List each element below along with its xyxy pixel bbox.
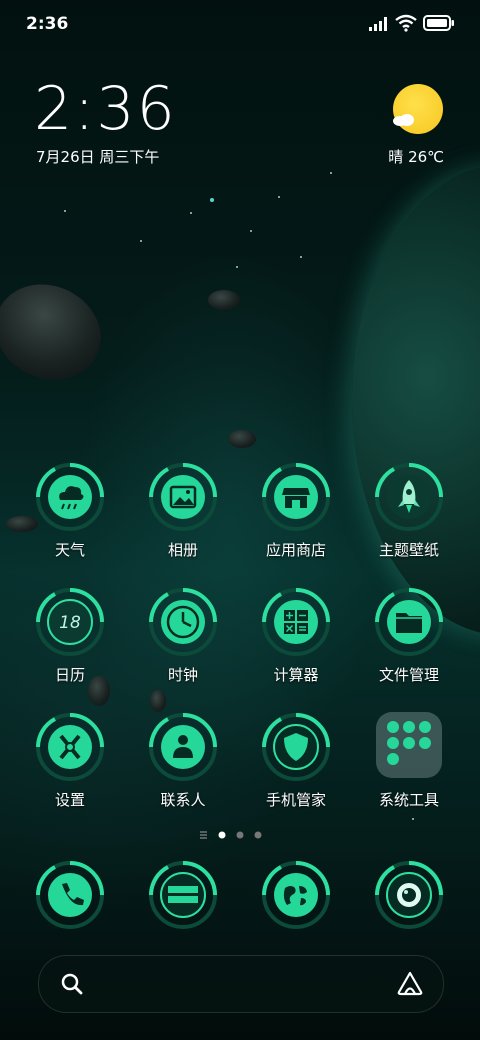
wifi-icon xyxy=(395,14,417,32)
star xyxy=(330,172,332,174)
app-folder-tools[interactable]: 系统工具 xyxy=(354,712,464,812)
calendar-date-text: 18 xyxy=(59,613,81,633)
star xyxy=(236,266,238,268)
app-label: 联系人 xyxy=(160,791,206,809)
cloud-rain-icon xyxy=(36,463,104,531)
cloud-icon xyxy=(393,114,414,126)
app-weather[interactable]: 天气 xyxy=(15,462,125,562)
star xyxy=(412,818,414,820)
asteroid xyxy=(150,690,166,712)
clock-date: 7月26日 周三下午 xyxy=(36,148,160,166)
menu-lines-icon xyxy=(200,831,207,839)
star xyxy=(140,240,142,242)
page-dot-active xyxy=(218,831,226,839)
app-calculator[interactable]: 计算器 xyxy=(241,587,351,687)
status-time: 2:36 xyxy=(26,14,69,34)
battery-icon xyxy=(423,15,454,31)
browser-globe-icon xyxy=(262,861,330,929)
app-calendar[interactable]: 18 日历 xyxy=(15,587,125,687)
asteroid xyxy=(228,430,256,448)
gear-icon xyxy=(36,713,104,781)
star xyxy=(190,212,192,214)
app-gallery[interactable]: 相册 xyxy=(128,462,238,562)
contacts-icon xyxy=(149,713,217,781)
dock-camera[interactable] xyxy=(354,860,464,960)
app-files[interactable]: 文件管理 xyxy=(354,587,464,687)
dock-phone[interactable] xyxy=(15,860,125,960)
app-contacts[interactable]: 联系人 xyxy=(128,712,238,812)
weather-text: 晴 26℃ xyxy=(388,148,444,166)
star xyxy=(64,210,66,212)
store-icon xyxy=(262,463,330,531)
app-label: 天气 xyxy=(54,541,85,559)
star xyxy=(210,198,214,202)
app-label: 计算器 xyxy=(273,666,319,684)
dock-messages[interactable] xyxy=(128,860,238,960)
shield-icon xyxy=(262,713,330,781)
app-security[interactable]: 手机管家 xyxy=(241,712,351,812)
camera-icon xyxy=(375,861,443,929)
app-themes[interactable]: 主题壁纸 xyxy=(354,462,464,562)
folder-icon xyxy=(375,588,443,656)
app-label: 相册 xyxy=(167,541,198,559)
messages-icon xyxy=(149,861,217,929)
folder-preview xyxy=(387,721,431,765)
app-label: 系统工具 xyxy=(378,791,439,809)
app-clock[interactable]: 时钟 xyxy=(128,587,238,687)
star xyxy=(300,256,302,258)
rocket-icon xyxy=(375,463,443,531)
planet-wallpaper xyxy=(352,165,480,635)
asteroid xyxy=(0,267,117,397)
assistant-icon[interactable] xyxy=(396,970,424,996)
asteroid xyxy=(208,290,240,310)
clock-icon xyxy=(149,588,217,656)
sun-icon xyxy=(393,84,443,134)
image-icon xyxy=(149,463,217,531)
app-label: 时钟 xyxy=(167,666,198,684)
signal-icon xyxy=(369,17,387,31)
app-label: 手机管家 xyxy=(265,791,326,809)
app-store[interactable]: 应用商店 xyxy=(241,462,351,562)
status-bar: 2:36 xyxy=(0,0,480,50)
search-bar[interactable] xyxy=(38,955,444,1013)
calendar-18-icon: 18 xyxy=(36,588,104,656)
search-icon[interactable] xyxy=(60,972,84,996)
star xyxy=(250,230,252,232)
page-indicator[interactable] xyxy=(0,829,480,841)
page-dot xyxy=(236,831,244,839)
app-label: 日历 xyxy=(54,666,85,684)
app-label: 文件管理 xyxy=(378,666,439,684)
app-label: 主题壁纸 xyxy=(378,541,439,559)
dock-browser[interactable] xyxy=(241,860,351,960)
app-label: 设置 xyxy=(54,791,85,809)
star xyxy=(278,196,280,198)
phone-icon xyxy=(36,861,104,929)
home-screen: 2:36 2:36 7月26日 周三下午 晴 26℃ 天气 相册 应用商店 主题… xyxy=(0,0,480,1040)
page-dot xyxy=(254,831,262,839)
app-label: 应用商店 xyxy=(265,541,326,559)
app-settings[interactable]: 设置 xyxy=(15,712,125,812)
folder-group-icon xyxy=(376,712,442,778)
calculator-icon xyxy=(262,588,330,656)
clock-time: 2:36 xyxy=(34,74,177,144)
